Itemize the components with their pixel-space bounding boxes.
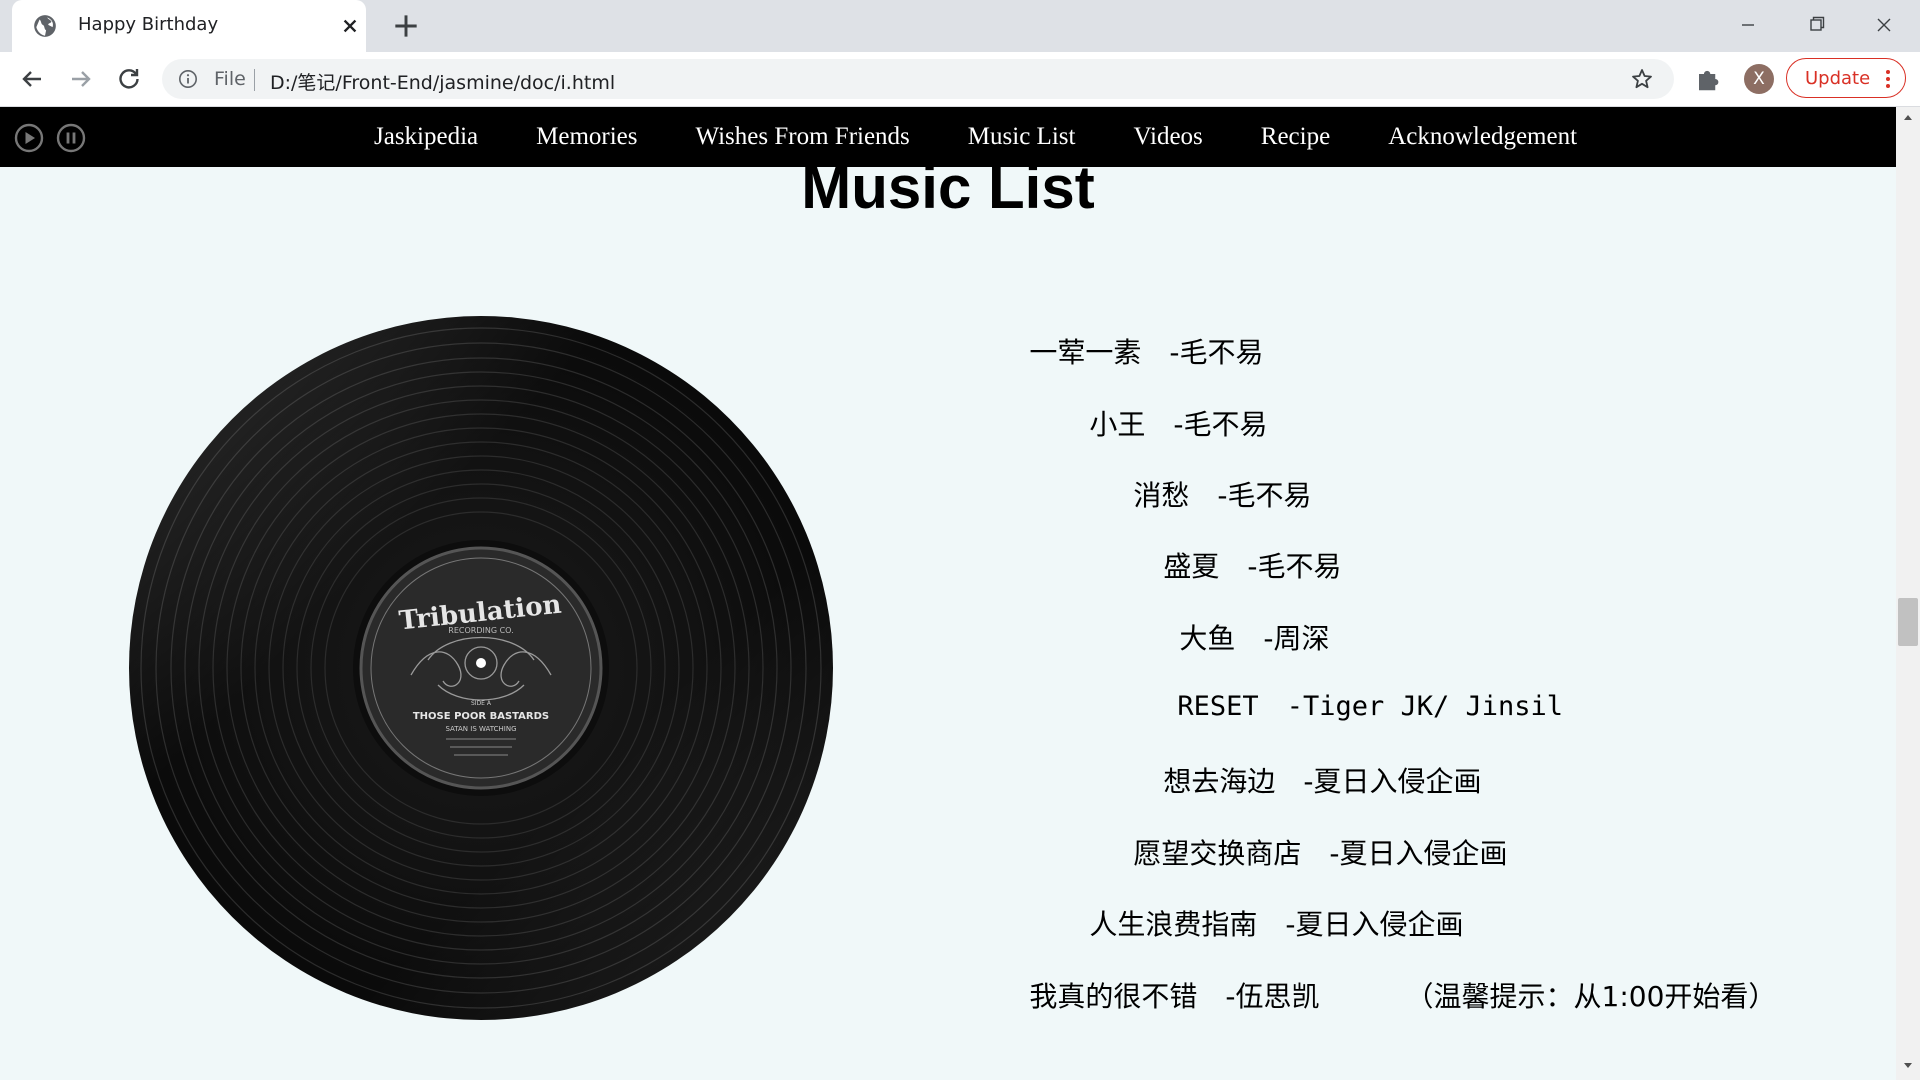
minimize-icon[interactable] — [1726, 8, 1770, 42]
song-artist: -毛不易 — [1169, 336, 1264, 369]
address-bar[interactable]: File D:/笔记/Front-End/jasmine/doc/i.html — [162, 59, 1674, 99]
info-icon[interactable] — [178, 69, 198, 89]
new-tab-icon[interactable] — [390, 10, 422, 42]
profile-avatar[interactable]: X — [1744, 64, 1774, 94]
page-scrollbar[interactable] — [1896, 107, 1920, 1080]
song-artist: -夏日入侵企画 — [1303, 765, 1482, 798]
update-button[interactable]: Update — [1786, 58, 1906, 98]
song-title: 大鱼 — [1179, 622, 1236, 655]
song-title: 愿望交换商店 — [1133, 837, 1302, 870]
scrollbar-thumb[interactable] — [1898, 598, 1918, 646]
update-label: Update — [1805, 68, 1871, 89]
menu-dots-icon[interactable] — [1883, 68, 1893, 90]
song-artist: -夏日入侵企画 — [1285, 908, 1464, 941]
song-title: RESET — [1177, 691, 1259, 722]
song-title: 消愁 — [1133, 479, 1190, 512]
song-artist: -周深 — [1263, 622, 1330, 655]
forward-icon[interactable] — [64, 62, 98, 96]
page-viewport: Music List Jaskipedia Memories Wishes Fr… — [0, 107, 1896, 1080]
tab-title: Happy Birthday — [78, 14, 219, 35]
song-title: 盛夏 — [1163, 550, 1220, 583]
song-artist: -伍思凯 — [1225, 980, 1320, 1013]
browser-tab[interactable]: Happy Birthday — [12, 0, 366, 52]
tab-strip: Happy Birthday — [0, 0, 1920, 52]
song-artist: -夏日入侵企画 — [1329, 837, 1508, 870]
bookmark-star-icon[interactable] — [1630, 67, 1654, 91]
close-tab-icon[interactable] — [337, 13, 363, 39]
back-icon[interactable] — [15, 62, 49, 96]
song-title: 人生浪费指南 — [1089, 908, 1258, 941]
globe-icon — [34, 15, 56, 37]
song-artist: -毛不易 — [1217, 479, 1312, 512]
song-artist: -毛不易 — [1173, 408, 1268, 441]
song-title: 一荤一素 — [1029, 336, 1142, 369]
viewing-tip: （温馨提示：从1:00开始看） — [1405, 980, 1777, 1013]
scheme-label: File — [214, 68, 246, 90]
close-window-icon[interactable] — [1862, 8, 1906, 42]
scroll-up-arrow-icon[interactable] — [1902, 111, 1914, 123]
song-list: 一荤一素 -毛不易 小王 -毛不易 消愁 -毛不易 盛夏 -毛不易 大鱼 -周深 RESE… — [0, 107, 1896, 1080]
browser-toolbar: File D:/笔记/Front-End/jasmine/doc/i.html … — [0, 52, 1920, 107]
scroll-down-arrow-icon[interactable] — [1902, 1060, 1914, 1072]
url-text[interactable]: D:/笔记/Front-End/jasmine/doc/i.html — [270, 68, 615, 95]
song-title: 小王 — [1089, 408, 1146, 441]
extensions-puzzle-icon[interactable] — [1694, 64, 1724, 94]
song-title: 我真的很不错 — [1029, 980, 1198, 1013]
song-artist: -毛不易 — [1247, 550, 1342, 583]
song-item[interactable]: 我真的很不错 -伍思凯 （温馨提示：从1:00开始看） — [976, 942, 1776, 1048]
restore-icon[interactable] — [1794, 8, 1838, 42]
song-artist: -Tiger JK/ Jinsil — [1286, 691, 1564, 722]
reload-icon[interactable] — [112, 62, 146, 96]
song-title: 想去海边 — [1163, 765, 1276, 798]
address-divider — [254, 69, 255, 91]
